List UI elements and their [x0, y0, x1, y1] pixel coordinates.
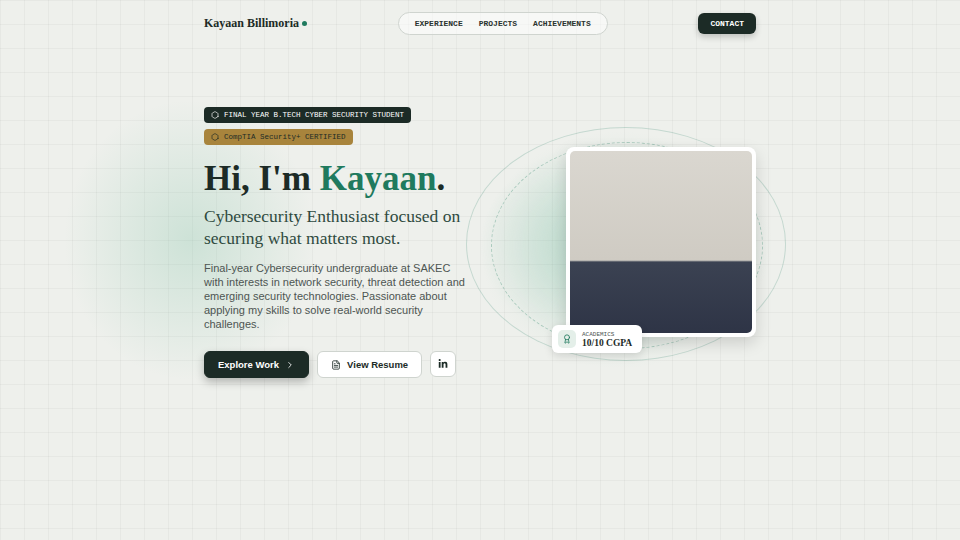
linkedin-button[interactable]	[430, 351, 456, 377]
document-icon	[331, 360, 341, 370]
nav-link[interactable]: ACHIEVEMENTS	[533, 19, 591, 28]
navbar: Kayaan Billimoria EXPERIENCE PROJECTS ACHIE…	[204, 0, 756, 35]
award-icon	[562, 334, 572, 344]
subtitle: Cybersecurity Enthusiast focused on secu…	[204, 205, 472, 249]
logo-dot-icon	[302, 21, 307, 26]
nav-link[interactable]: PROJECTS	[479, 19, 517, 28]
hero: FINAL YEAR B.TECH CYBER SECURITY STUDENT…	[204, 107, 756, 378]
explore-button[interactable]: Explore Work	[204, 351, 309, 378]
award-icon-box	[558, 330, 576, 348]
academics-text: ACADEMICS10/10 CGPA	[582, 331, 632, 348]
logo[interactable]: Kayaan Billimoria	[204, 16, 307, 31]
academics-label: ACADEMICS	[582, 331, 632, 338]
badge: FINAL YEAR B.TECH CYBER SECURITY STUDENT	[204, 107, 411, 123]
page: Kayaan Billimoria EXPERIENCE PROJECTS ACHIE…	[204, 0, 756, 378]
linkedin-icon	[438, 359, 448, 369]
photo-card: ACADEMICS10/10 CGPA	[566, 147, 756, 337]
hexagon-icon	[211, 111, 219, 119]
hero-buttons: Explore Work View Resume	[204, 351, 456, 378]
nav-link[interactable]: EXPERIENCE	[415, 19, 463, 28]
contact-button[interactable]: CONTACT	[698, 13, 756, 34]
chevron-right-icon	[285, 360, 295, 370]
resume-button[interactable]: View Resume	[317, 351, 422, 378]
hero-visual: ACADEMICS10/10 CGPA	[472, 107, 756, 367]
profile-photo	[570, 151, 752, 333]
description: Final-year Cybersecurity undergraduate a…	[204, 261, 472, 331]
academics-badge: ACADEMICS10/10 CGPA	[552, 325, 642, 353]
hero-text: FINAL YEAR B.TECH CYBER SECURITY STUDENT…	[204, 107, 472, 378]
headline-name: Kayaan	[320, 159, 437, 198]
headline: Hi, I'm Kayaan.	[204, 159, 445, 199]
academics-value: 10/10 CGPA	[582, 338, 632, 348]
hexagon-icon	[211, 133, 219, 141]
nav-links: EXPERIENCE PROJECTS ACHIEVEMENTS	[398, 12, 608, 35]
badge: CompTIA Security+ CERTIFIED	[204, 129, 353, 145]
